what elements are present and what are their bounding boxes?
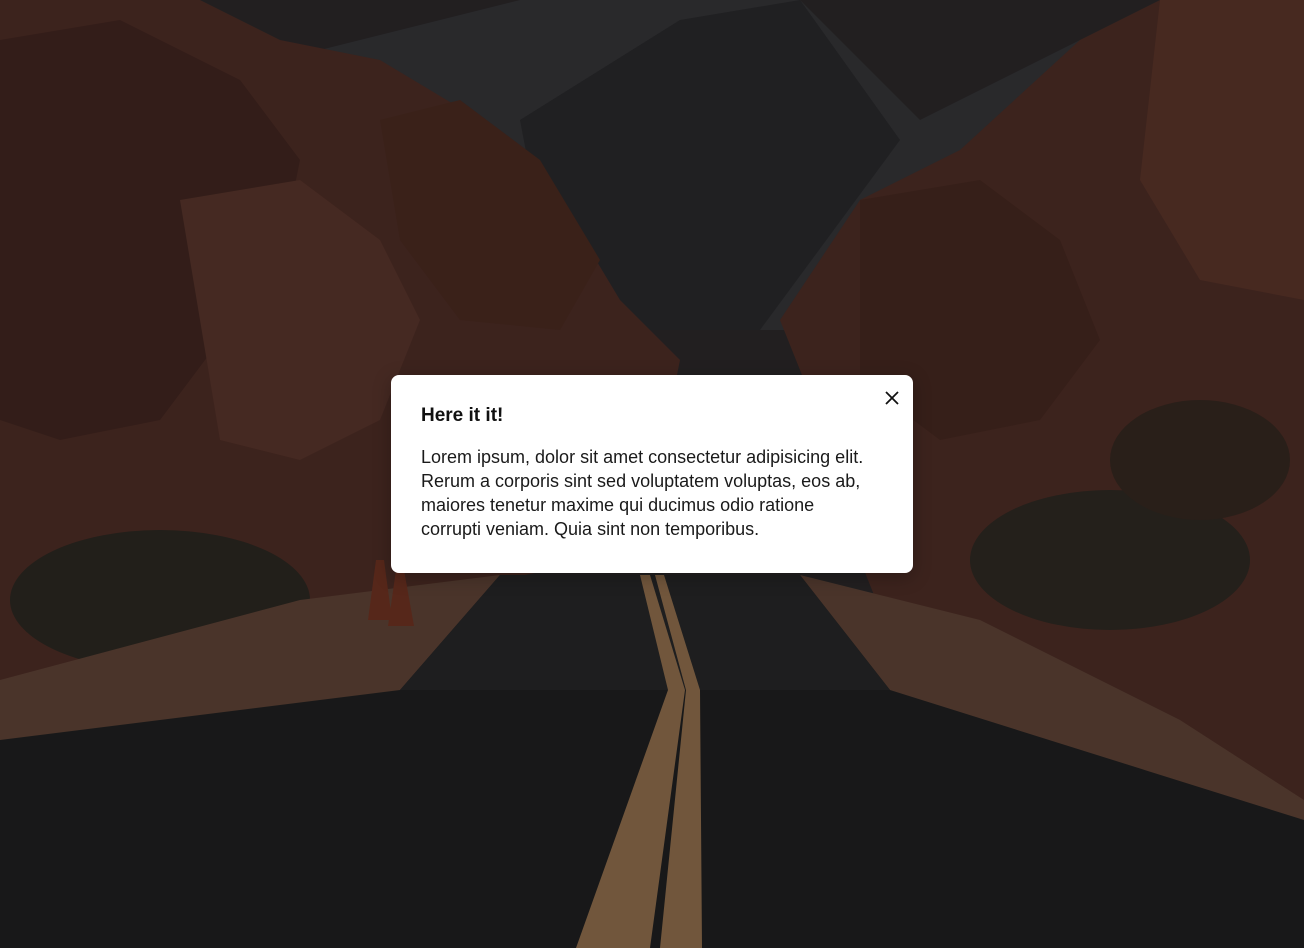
- close-icon: [881, 387, 903, 409]
- modal-body-text: Lorem ipsum, dolor sit amet consectetur …: [421, 447, 864, 539]
- modal-title: Here it it!: [421, 405, 504, 426]
- close-button[interactable]: [881, 387, 903, 409]
- modal-dialog: Here it it! Lorem ipsum, dolor sit amet …: [391, 375, 913, 573]
